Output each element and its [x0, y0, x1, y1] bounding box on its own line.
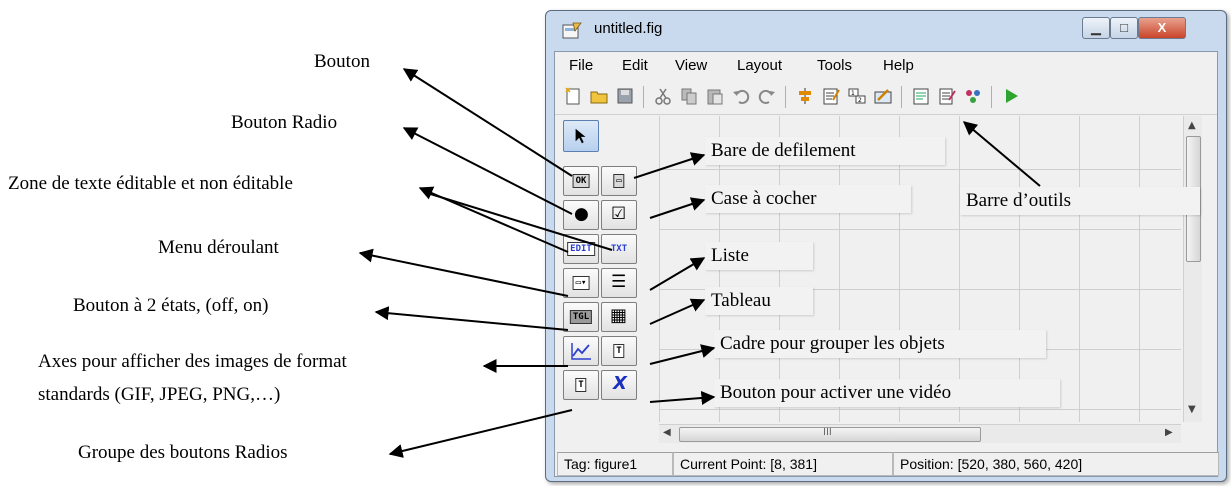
arrow-bouton-2-etats: [374, 306, 569, 331]
arrow-cadre: [649, 344, 716, 365]
arrow-bouton-video: [649, 391, 716, 405]
arrow-tableau: [649, 298, 706, 325]
arrow-liste: [649, 257, 706, 291]
arrow-menu-deroulant: [358, 248, 569, 297]
arrow-zone-texte-static: [423, 191, 613, 251]
arrow-bouton: [402, 68, 573, 177]
arrow-case-cocher: [649, 197, 706, 219]
arrow-barre-outils: [962, 121, 1041, 187]
arrow-bare-defilement: [633, 152, 706, 179]
annotation-arrows: [358, 68, 1041, 458]
arrow-bouton-radio: [402, 127, 573, 215]
arrow-groupe-radios: [388, 409, 573, 458]
